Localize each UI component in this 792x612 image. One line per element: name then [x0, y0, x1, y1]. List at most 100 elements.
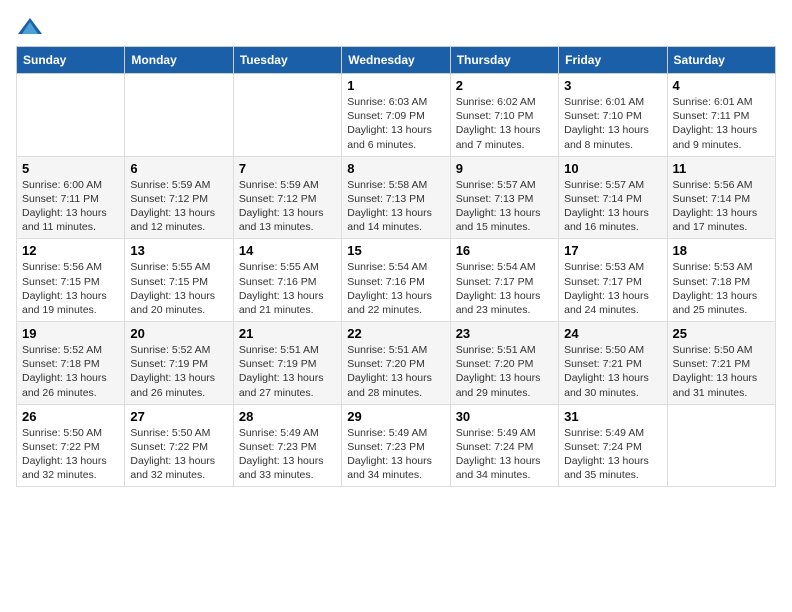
- calendar-cell: [125, 74, 233, 157]
- calendar-cell: 28 Sunrise: 5:49 AMSunset: 7:23 PMDayligh…: [233, 404, 341, 487]
- day-info: Sunrise: 5:52 AMSunset: 7:19 PMDaylight:…: [130, 343, 227, 400]
- calendar-cell: 29 Sunrise: 5:49 AMSunset: 7:23 PMDayligh…: [342, 404, 450, 487]
- calendar-cell: 13 Sunrise: 5:55 AMSunset: 7:15 PMDayligh…: [125, 239, 233, 322]
- calendar-cell: 31 Sunrise: 5:49 AMSunset: 7:24 PMDayligh…: [559, 404, 667, 487]
- day-number: 16: [456, 243, 553, 258]
- calendar-cell: 12 Sunrise: 5:56 AMSunset: 7:15 PMDayligh…: [17, 239, 125, 322]
- day-info: Sunrise: 5:56 AMSunset: 7:15 PMDaylight:…: [22, 260, 119, 317]
- day-number: 19: [22, 326, 119, 341]
- day-number: 7: [239, 161, 336, 176]
- day-info: Sunrise: 5:55 AMSunset: 7:15 PMDaylight:…: [130, 260, 227, 317]
- day-number: 8: [347, 161, 444, 176]
- calendar-cell: 21Sunrise: 5:51 AMSunset: 7:19 PMDayligh…: [233, 322, 341, 405]
- day-info: Sunrise: 6:00 AMSunset: 7:11 PMDaylight:…: [22, 178, 119, 235]
- day-number: 22: [347, 326, 444, 341]
- logo-icon: [16, 16, 44, 38]
- day-info: Sunrise: 5:50 AMSunset: 7:22 PMDaylight:…: [130, 426, 227, 483]
- day-number: 4: [673, 78, 770, 93]
- day-number: 1: [347, 78, 444, 93]
- calendar-cell: 20Sunrise: 5:52 AMSunset: 7:19 PMDayligh…: [125, 322, 233, 405]
- day-number: 25: [673, 326, 770, 341]
- day-info: Sunrise: 6:01 AMSunset: 7:10 PMDaylight:…: [564, 95, 661, 152]
- day-info: Sunrise: 5:49 AMSunset: 7:23 PMDaylight:…: [347, 426, 444, 483]
- calendar-cell: 22 Sunrise: 5:51 AMSunset: 7:20 PMDayligh…: [342, 322, 450, 405]
- calendar-cell: 24 Sunrise: 5:50 AMSunset: 7:21 PMDayligh…: [559, 322, 667, 405]
- day-info: Sunrise: 6:01 AMSunset: 7:11 PMDaylight:…: [673, 95, 770, 152]
- day-info: Sunrise: 5:50 AMSunset: 7:21 PMDaylight:…: [673, 343, 770, 400]
- calendar-cell: 30 Sunrise: 5:49 AMSunset: 7:24 PMDayligh…: [450, 404, 558, 487]
- weekday-header: Friday: [559, 47, 667, 74]
- day-info: Sunrise: 5:49 AMSunset: 7:24 PMDaylight:…: [564, 426, 661, 483]
- calendar-cell: 26 Sunrise: 5:50 AMSunset: 7:22 PMDayligh…: [17, 404, 125, 487]
- calendar-cell: [667, 404, 775, 487]
- day-number: 26: [22, 409, 119, 424]
- weekday-header: Thursday: [450, 47, 558, 74]
- calendar-cell: 23 Sunrise: 5:51 AMSunset: 7:20 PMDayligh…: [450, 322, 558, 405]
- calendar-cell: 6 Sunrise: 5:59 AMSunset: 7:12 PMDaylight…: [125, 156, 233, 239]
- calendar-cell: 17Sunrise: 5:53 AMSunset: 7:17 PMDayligh…: [559, 239, 667, 322]
- calendar-cell: 19 Sunrise: 5:52 AMSunset: 7:18 PMDayligh…: [17, 322, 125, 405]
- logo: [16, 16, 48, 38]
- day-number: 17: [564, 243, 661, 258]
- day-number: 12: [22, 243, 119, 258]
- calendar-cell: 5 Sunrise: 6:00 AMSunset: 7:11 PMDaylight…: [17, 156, 125, 239]
- calendar-cell: 18 Sunrise: 5:53 AMSunset: 7:18 PMDayligh…: [667, 239, 775, 322]
- calendar-week-row: 19 Sunrise: 5:52 AMSunset: 7:18 PMDayligh…: [17, 322, 776, 405]
- day-info: Sunrise: 5:53 AMSunset: 7:18 PMDaylight:…: [673, 260, 770, 317]
- calendar-cell: 1 Sunrise: 6:03 AMSunset: 7:09 PMDaylight…: [342, 74, 450, 157]
- calendar-table: SundayMondayTuesdayWednesdayThursdayFrid…: [16, 46, 776, 487]
- day-number: 30: [456, 409, 553, 424]
- calendar-week-row: 5 Sunrise: 6:00 AMSunset: 7:11 PMDaylight…: [17, 156, 776, 239]
- day-number: 2: [456, 78, 553, 93]
- calendar-cell: 7 Sunrise: 5:59 AMSunset: 7:12 PMDaylight…: [233, 156, 341, 239]
- day-number: 18: [673, 243, 770, 258]
- day-info: Sunrise: 5:57 AMSunset: 7:14 PMDaylight:…: [564, 178, 661, 235]
- calendar-cell: 3 Sunrise: 6:01 AMSunset: 7:10 PMDaylight…: [559, 74, 667, 157]
- day-info: Sunrise: 6:02 AMSunset: 7:10 PMDaylight:…: [456, 95, 553, 152]
- weekday-header: Tuesday: [233, 47, 341, 74]
- day-number: 29: [347, 409, 444, 424]
- weekday-header: Sunday: [17, 47, 125, 74]
- weekday-header: Saturday: [667, 47, 775, 74]
- day-number: 10: [564, 161, 661, 176]
- calendar-cell: 2 Sunrise: 6:02 AMSunset: 7:10 PMDaylight…: [450, 74, 558, 157]
- calendar-cell: 15 Sunrise: 5:54 AMSunset: 7:16 PMDayligh…: [342, 239, 450, 322]
- day-number: 3: [564, 78, 661, 93]
- day-info: Sunrise: 5:54 AMSunset: 7:16 PMDaylight:…: [347, 260, 444, 317]
- calendar-week-row: 12 Sunrise: 5:56 AMSunset: 7:15 PMDayligh…: [17, 239, 776, 322]
- day-info: Sunrise: 5:51 AMSunset: 7:20 PMDaylight:…: [347, 343, 444, 400]
- day-info: Sunrise: 5:50 AMSunset: 7:21 PMDaylight:…: [564, 343, 661, 400]
- day-info: Sunrise: 5:59 AMSunset: 7:12 PMDaylight:…: [239, 178, 336, 235]
- day-number: 6: [130, 161, 227, 176]
- day-number: 14: [239, 243, 336, 258]
- day-info: Sunrise: 5:51 AMSunset: 7:19 PMDaylight:…: [239, 343, 336, 400]
- day-info: Sunrise: 6:03 AMSunset: 7:09 PMDaylight:…: [347, 95, 444, 152]
- calendar-cell: 16Sunrise: 5:54 AMSunset: 7:17 PMDayligh…: [450, 239, 558, 322]
- day-number: 31: [564, 409, 661, 424]
- calendar-cell: 10 Sunrise: 5:57 AMSunset: 7:14 PMDayligh…: [559, 156, 667, 239]
- calendar-cell: 25 Sunrise: 5:50 AMSunset: 7:21 PMDayligh…: [667, 322, 775, 405]
- calendar-cell: [233, 74, 341, 157]
- calendar-header-row: SundayMondayTuesdayWednesdayThursdayFrid…: [17, 47, 776, 74]
- day-number: 24: [564, 326, 661, 341]
- day-number: 23: [456, 326, 553, 341]
- calendar-cell: 27Sunrise: 5:50 AMSunset: 7:22 PMDayligh…: [125, 404, 233, 487]
- day-info: Sunrise: 5:55 AMSunset: 7:16 PMDaylight:…: [239, 260, 336, 317]
- day-number: 13: [130, 243, 227, 258]
- day-number: 15: [347, 243, 444, 258]
- calendar-cell: 11Sunrise: 5:56 AMSunset: 7:14 PMDayligh…: [667, 156, 775, 239]
- day-info: Sunrise: 5:49 AMSunset: 7:23 PMDaylight:…: [239, 426, 336, 483]
- day-info: Sunrise: 5:50 AMSunset: 7:22 PMDaylight:…: [22, 426, 119, 483]
- page-header: [16, 16, 776, 38]
- calendar-week-row: 1 Sunrise: 6:03 AMSunset: 7:09 PMDaylight…: [17, 74, 776, 157]
- day-info: Sunrise: 5:52 AMSunset: 7:18 PMDaylight:…: [22, 343, 119, 400]
- day-number: 28: [239, 409, 336, 424]
- day-number: 5: [22, 161, 119, 176]
- day-info: Sunrise: 5:51 AMSunset: 7:20 PMDaylight:…: [456, 343, 553, 400]
- weekday-header: Wednesday: [342, 47, 450, 74]
- day-info: Sunrise: 5:59 AMSunset: 7:12 PMDaylight:…: [130, 178, 227, 235]
- calendar-cell: 14 Sunrise: 5:55 AMSunset: 7:16 PMDayligh…: [233, 239, 341, 322]
- day-info: Sunrise: 5:49 AMSunset: 7:24 PMDaylight:…: [456, 426, 553, 483]
- calendar-week-row: 26 Sunrise: 5:50 AMSunset: 7:22 PMDayligh…: [17, 404, 776, 487]
- calendar-cell: 4 Sunrise: 6:01 AMSunset: 7:11 PMDaylight…: [667, 74, 775, 157]
